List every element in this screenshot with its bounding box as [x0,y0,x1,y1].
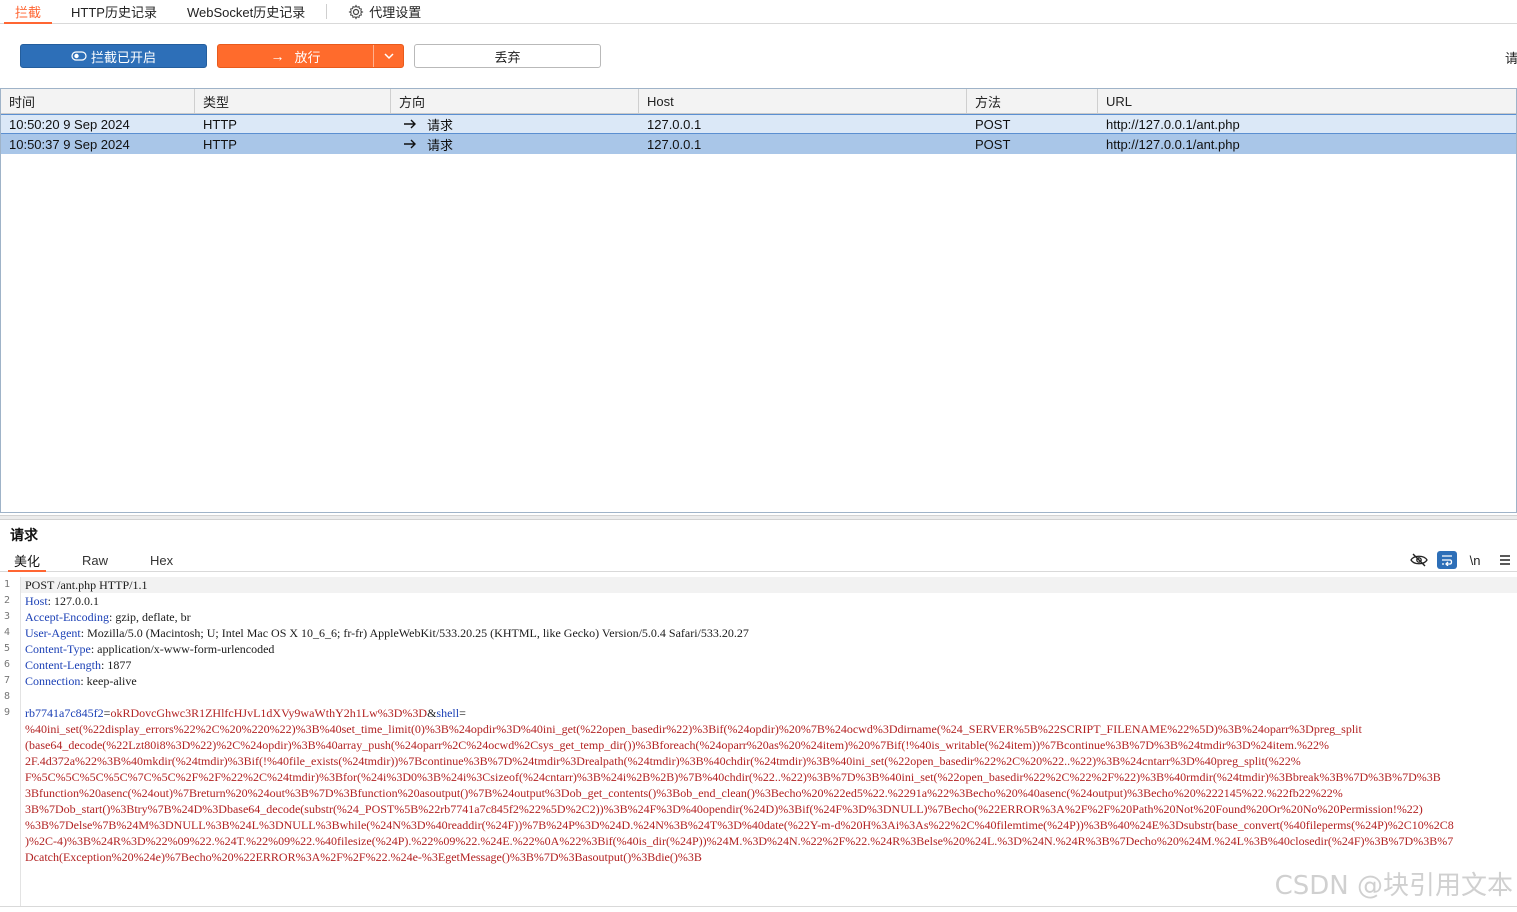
intercept-label: 拦截已开启 [90,49,156,65]
line-number: 5 [4,643,11,654]
line-number: 2 [4,595,11,606]
line-number: 9 [4,707,11,718]
column-header-host[interactable]: Host [639,89,967,113]
tab-http-history[interactable]: HTTP历史记录 [56,0,172,23]
column-header-method[interactable]: 方法 [967,89,1098,113]
column-header-url[interactable]: URL [1098,89,1516,113]
body-line: (base64_decode(%22Lzt80i8%3D%22)%2C%24op… [25,738,1330,752]
cell-direction: 请求 [391,134,639,154]
header-line: Accept-Encoding: gzip, deflate, br [25,610,191,624]
body-line: F%5C%5C%5C%5C%7C%5C%2F%2F%22%2C%24tmdir)… [25,770,1441,784]
message-view-tabs: 美化 Raw Hex [0,550,1517,572]
request-label-right: 请求 [1504,51,1517,66]
tab-label: WebSocket历史记录 [186,5,306,20]
cell-method: POST [975,116,1011,132]
body-param-line: rb7741a7c845f2=okRDovcGhwc3R1ZHlfcHJvL1d… [25,706,466,720]
drop-label: 丢弃 [494,49,521,65]
gear-icon [348,4,364,19]
cell-host: 127.0.0.1 [647,116,702,132]
request-editor[interactable]: 1 2 3 4 5 6 7 8 9 POST /ant.php HTTP/1.1… [0,577,1517,907]
body-line: )%2C-4)%3B%24R%3D%22%09%22.%24T.%22%09%2… [25,834,1454,848]
cell-type: HTTP [203,136,237,152]
body-line: 2F.4d372a%22%3B%40mkdir(%24tmdir)%3Bif(!… [25,754,1301,768]
header-line: Host: 127.0.0.1 [25,594,100,608]
line-number: 8 [4,691,11,702]
toggle-icon [71,51,87,61]
body-line: Dcatch(Exception%20%24e)%7Becho%20%22ERR… [25,850,702,864]
cell-time: 10:50:20 9 Sep 2024 [9,116,130,132]
table-header: 时间 类型 方向 Host 方法 URL [1,89,1516,114]
table-row[interactable]: 10:50:37 9 Sep 2024 HTTP 请求 127.0.0.1 PO… [1,134,1516,154]
line-number: 7 [4,675,11,686]
header-line: Connection: keep-alive [25,674,137,688]
show-newlines-button[interactable]: \n [1463,550,1487,570]
arrow-right-icon [404,139,416,149]
line-number: 4 [4,627,11,638]
watermark: CSDN @块引用文本 [1274,871,1513,901]
tab-label: 代理设置 [369,5,422,20]
arrow-right-icon [404,119,416,129]
tab-websocket-history[interactable]: WebSocket历史记录 [172,0,320,23]
body-line: 3B%7Dob_start()%3Btry%7B%24D%3Dbase64_de… [25,802,1423,816]
intercept-toolbar: 拦截已开启 → 放行 丢弃 [0,24,1517,88]
body-line: 3Bfunction%20asenc(%24out)%7Breturn%20%2… [25,786,1343,800]
column-header-type[interactable]: 类型 [195,89,391,113]
line-number: 6 [4,659,11,670]
line-number-gutter: 1 2 3 4 5 6 7 8 9 [0,577,21,906]
line-number: 3 [4,611,11,622]
menu-icon[interactable] [1493,550,1517,570]
intercept-table: 时间 类型 方向 Host 方法 URL 10:50:20 9 Sep 2024… [0,88,1517,513]
forward-button[interactable]: → 放行 [217,44,404,68]
button-divider [373,45,374,67]
tab-label: 拦截 [15,5,42,20]
column-header-time[interactable]: 时间 [1,89,195,113]
editor-tools: \n [1401,549,1517,571]
cell-url: http://127.0.0.1/ant.php [1106,136,1240,152]
forward-label: 放行 [294,49,321,65]
chevron-down-icon[interactable] [383,50,395,62]
tab-intercept[interactable]: 拦截 [0,0,56,24]
table-row[interactable]: 10:50:20 9 Sep 2024 HTTP 请求 127.0.0.1 PO… [1,114,1516,134]
column-header-direction[interactable]: 方向 [391,89,639,113]
cell-method: POST [975,136,1011,152]
arrow-right-icon: → [270,48,285,64]
cell-url: http://127.0.0.1/ant.php [1106,116,1240,132]
tab-proxy-settings[interactable]: 代理设置 [333,0,436,23]
hide-icon[interactable] [1407,550,1431,570]
header-line: Content-Type: application/x-www-form-url… [25,642,275,656]
pane-splitter[interactable] [0,515,1517,520]
tab-divider [326,4,328,19]
word-wrap-icon[interactable] [1437,551,1457,569]
line-number: 1 [4,579,11,590]
request-line: POST /ant.php HTTP/1.1 [21,577,1517,593]
panel-title: 请求 [10,527,38,543]
cell-direction: 请求 [391,115,639,133]
proxy-tabs: 拦截 HTTP历史记录 WebSocket历史记录 代理设置 [0,0,1517,24]
tab-hex[interactable]: Hex [136,550,187,571]
tab-pretty[interactable]: 美化 [0,550,54,572]
cell-type: HTTP [203,116,237,132]
cell-time: 10:50:37 9 Sep 2024 [9,136,130,152]
intercept-toggle-button[interactable]: 拦截已开启 [20,44,207,68]
tab-label: HTTP历史记录 [71,5,157,20]
body-line: %40ini_set(%22display_errors%22%2C%20%22… [25,722,1362,736]
cell-host: 127.0.0.1 [647,136,702,152]
tab-raw[interactable]: Raw [68,550,122,571]
header-line: Content-Length: 1877 [25,658,132,672]
header-line: User-Agent: Mozilla/5.0 (Macintosh; U; I… [25,626,749,640]
drop-button[interactable]: 丢弃 [414,44,601,68]
body-line: %3B%7Delse%7B%24M%3DNULL%3B%24L%3DNULL%3… [25,818,1454,832]
